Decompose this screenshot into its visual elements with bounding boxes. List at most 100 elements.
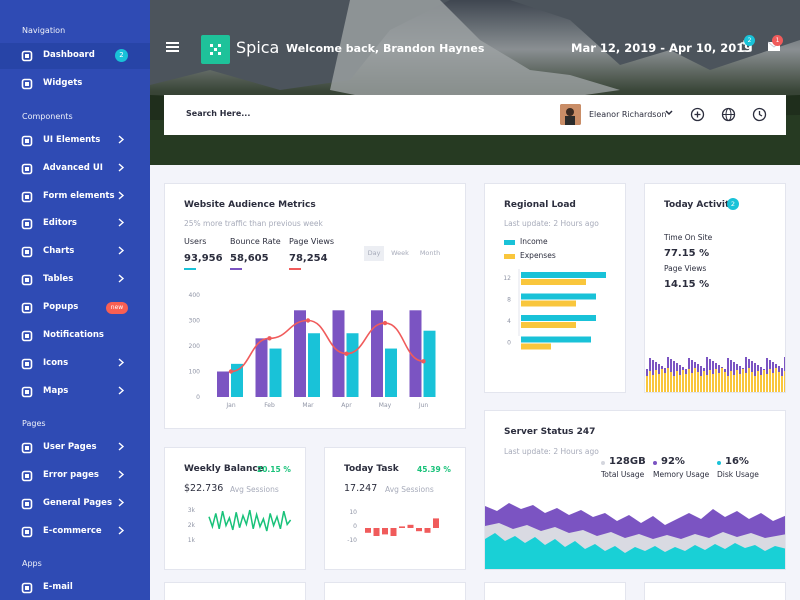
activity-bar-bottom [772, 373, 774, 392]
globe-icon[interactable] [721, 107, 736, 122]
sidebar-item-label: Icons [43, 358, 69, 368]
header-banner: Spica Welcome back, Brandon Haynes Mar 1… [150, 0, 800, 165]
avatar[interactable] [560, 104, 581, 125]
activity-bar-top [778, 366, 780, 372]
add-icon[interactable] [690, 107, 705, 122]
date-range[interactable]: Mar 12, 2019 - Apr 10, 2019 [571, 41, 752, 55]
sidebar-item-popups[interactable]: Popups new [0, 295, 150, 321]
sidebar-item-ui-elements[interactable]: UI Elements [0, 128, 150, 154]
sidebar-item-label: E-mail [43, 582, 73, 592]
activity-bar-bottom [652, 375, 654, 392]
activity-bar-bottom [784, 371, 785, 392]
stat-indicator [289, 268, 301, 270]
sidebar-item-error-pages[interactable]: Error pages [0, 463, 150, 489]
bar-expenses [521, 322, 576, 328]
task-value: 17.247 [344, 483, 378, 494]
search-bar: Eleanor Richardson [164, 95, 786, 135]
sidebar-item-form-elements[interactable]: Form elements [0, 184, 150, 210]
stat-value: 58,605 [230, 253, 269, 264]
y-tick-label: 200 [189, 343, 201, 350]
activity-bar-top [727, 358, 729, 376]
menu-toggle-icon[interactable] [166, 42, 179, 52]
activity-bar-top [646, 369, 648, 376]
activity-bar-bottom [679, 375, 681, 392]
caption: Avg Sessions [230, 485, 279, 494]
sidebar-item-e-mail[interactable]: E-mail [0, 575, 150, 600]
sidebar-item-tables[interactable]: Tables [0, 267, 150, 293]
user-icon [21, 442, 33, 454]
activity-bar-bottom [745, 373, 747, 392]
sidebar-item-widgets[interactable]: Widgets [0, 71, 150, 97]
bar-income [521, 293, 596, 300]
last-update: Last update: 2 Hours ago [504, 219, 599, 228]
bar-series-2 [423, 330, 436, 397]
activity-bar-bottom [751, 372, 753, 392]
weekly-line-chart: 3k 2k 1k [188, 507, 292, 544]
chevron-down-icon[interactable] [664, 108, 674, 121]
sidebar-item-notifications[interactable]: Notifications [0, 323, 150, 349]
y-tick-label: 4 [507, 318, 511, 325]
chevron-right-icon [117, 163, 125, 175]
stat-value: 14.15 % [664, 279, 710, 290]
sidebar-item-charts[interactable]: Charts [0, 239, 150, 265]
tab-week[interactable]: Week [388, 246, 412, 261]
activity-bar-bottom [760, 375, 762, 392]
sidebar-item-editors[interactable]: Editors [0, 211, 150, 237]
sidebar-item-user-pages[interactable]: User Pages [0, 435, 150, 461]
sidebar-item-maps[interactable]: Maps [0, 379, 150, 405]
sidebar-item-icons[interactable]: Icons [0, 351, 150, 377]
partial-card [484, 582, 626, 600]
activity-bar-bottom [658, 374, 660, 392]
tab-month[interactable]: Month [416, 246, 444, 261]
sidebar-item-e-commerce[interactable]: E-commerce [0, 519, 150, 545]
activity-bar-top [760, 367, 762, 375]
y-tick-label: 10 [349, 509, 357, 516]
mail-icon [21, 582, 33, 594]
monitor-icon [21, 78, 33, 90]
activity-bar-bottom [718, 373, 720, 392]
section-title-components: Components [22, 112, 73, 121]
activity-bar-bottom [775, 368, 777, 392]
line-point [382, 320, 388, 326]
sidebar-item-label: Popups [43, 302, 79, 312]
sidebar-item-dashboard[interactable]: Dashboard 2 [0, 43, 150, 69]
activity-bar-top [703, 368, 705, 371]
bar-expenses [521, 343, 551, 350]
search-input[interactable] [186, 109, 386, 118]
activity-bar-top [772, 362, 774, 373]
bar-series-2 [269, 348, 282, 397]
chevron-right-icon [117, 442, 125, 454]
activity-bar-top [685, 369, 687, 374]
stat-label: Bounce Rate [230, 237, 281, 246]
activity-bar-bottom [766, 374, 768, 392]
task-bar [382, 528, 388, 535]
activity-bar-bottom [664, 373, 666, 392]
sidebar-item-label: E-commerce [43, 526, 102, 536]
user-name[interactable]: Eleanor Richardson [589, 110, 666, 119]
activity-bar-top [655, 362, 657, 370]
today-activity-card: Today Activity 2 Time On Site 77.15 % Pa… [644, 183, 786, 393]
activity-bar-top [673, 361, 675, 376]
activity-bar-top [766, 358, 768, 374]
activity-bar-top [682, 367, 684, 370]
chevron-right-icon [117, 218, 125, 230]
last-update: Last update: 2 Hours ago [504, 447, 599, 456]
legend-label: Income [520, 237, 548, 246]
chevron-right-icon [117, 470, 125, 482]
edit-icon [21, 218, 33, 230]
line-point [228, 369, 234, 374]
sidebar-item-advanced-ui[interactable]: Advanced UI [0, 156, 150, 182]
tab-day[interactable]: Day [364, 246, 384, 261]
bell-icon [21, 330, 33, 342]
y-tick-label: 2k [188, 522, 196, 529]
bar-income [521, 272, 606, 278]
task-bar [373, 528, 380, 536]
activity-bar-bottom [733, 375, 735, 392]
layers-icon [21, 163, 33, 175]
y-tick-label: -10 [347, 537, 357, 544]
sidebar-item-general-pages[interactable]: General Pages [0, 491, 150, 517]
line-point [421, 359, 426, 364]
balance-value: $22.736 [184, 483, 224, 494]
activity-bar-bottom [712, 374, 714, 392]
clock-icon[interactable] [752, 107, 767, 122]
